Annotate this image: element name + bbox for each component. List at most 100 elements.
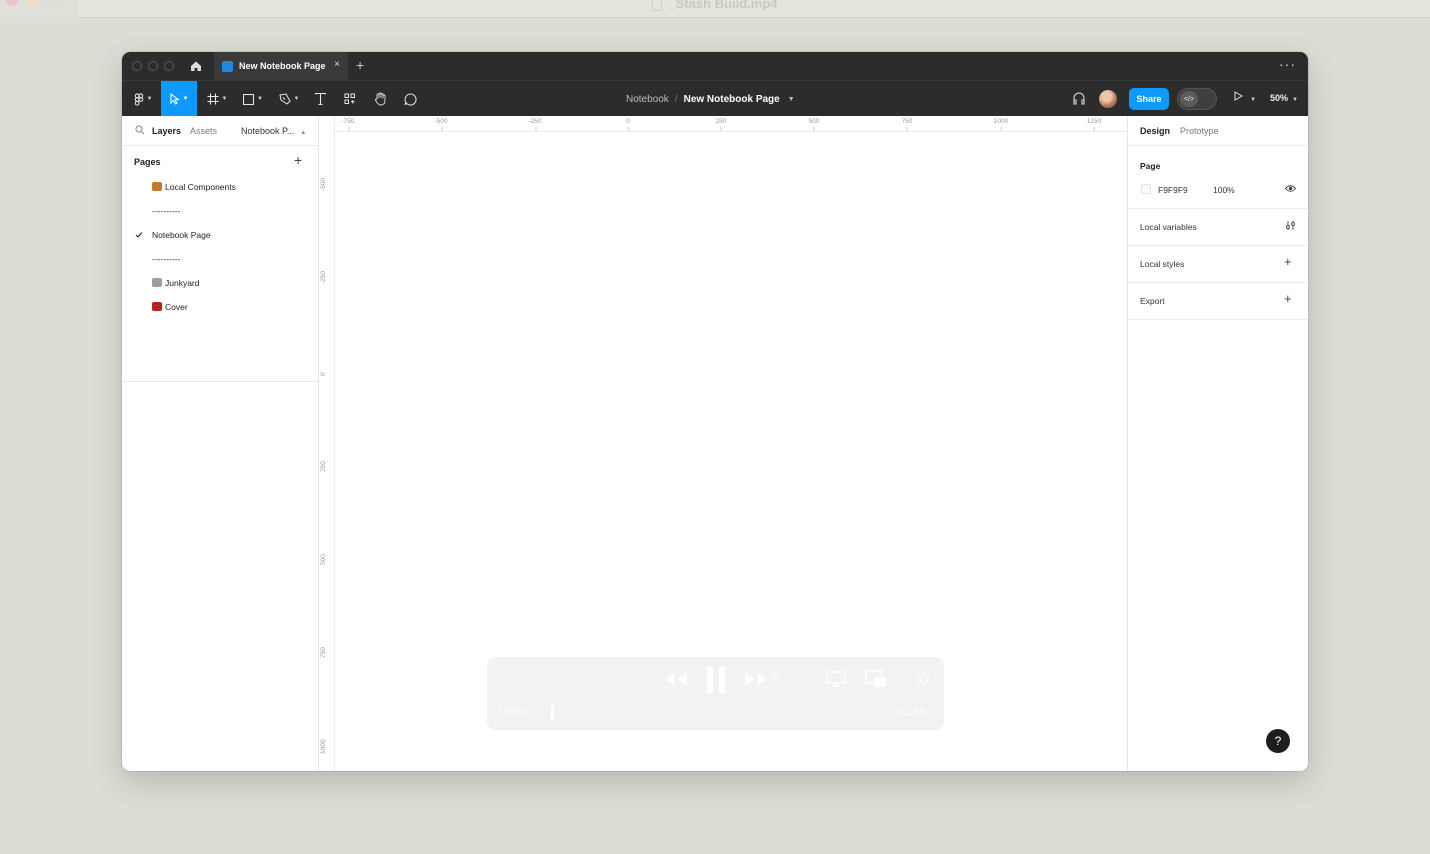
share-button[interactable]: Share (1129, 88, 1169, 110)
code-icon: </> (1180, 91, 1198, 107)
frame-tool-button[interactable]: ▼ (202, 81, 232, 117)
page-color-hex[interactable]: F9F9F9 (1158, 185, 1188, 195)
components-grid-icon (344, 93, 355, 104)
page-selector-label: Notebook P... (241, 126, 295, 136)
page-item-divider[interactable]: ---------- (152, 254, 180, 264)
avatar[interactable] (1099, 90, 1117, 108)
variables-settings-icon[interactable] (1285, 220, 1296, 231)
home-icon[interactable] (188, 58, 204, 74)
tab-label: New Notebook Page (239, 61, 326, 71)
video-title: _Stash Build.mp4 (0, 0, 1430, 11)
chevron-down-icon[interactable]: ▼ (788, 96, 795, 103)
tab-new-notebook-page[interactable]: New Notebook Page × (214, 52, 348, 80)
page-opacity[interactable]: 100% (1213, 185, 1235, 195)
ruler-tick: 0 (320, 372, 327, 376)
frame-icon (207, 93, 219, 105)
check-icon (135, 232, 143, 238)
help-button[interactable]: ? (1266, 729, 1290, 753)
headphones-icon[interactable] (1072, 91, 1086, 105)
pages-header: Pages (134, 157, 161, 167)
pause-icon[interactable] (705, 665, 727, 695)
ruler-tick: -500 (434, 118, 448, 131)
page-selector[interactable]: Notebook P... ▲ (241, 126, 306, 136)
scrubber-handle[interactable] (551, 705, 554, 721)
local-styles-label: Local styles (1140, 259, 1185, 269)
figma-logo-icon (134, 92, 143, 106)
more-controls-icon[interactable] (915, 671, 931, 687)
chevron-down-icon: ▼ (146, 96, 153, 102)
page-item-cover[interactable]: Cover (152, 302, 188, 312)
video-scrubber[interactable] (547, 712, 893, 716)
pages-panel-divider[interactable] (122, 381, 319, 382)
tab-close-icon[interactable]: × (334, 59, 340, 70)
tab-prototype[interactable]: Prototype (1180, 126, 1219, 136)
video-file-icon (652, 0, 663, 11)
horizontal-ruler: -750 -500 -250 0 250 500 750 1000 1250 (335, 116, 1127, 132)
hand-tool-button[interactable] (370, 81, 390, 117)
main-menu-button[interactable]: ▼ (128, 81, 158, 117)
chevron-down-icon: ▼ (293, 96, 300, 102)
new-tab-button[interactable]: + (356, 57, 364, 73)
rewind-icon[interactable] (663, 670, 689, 688)
tab-design[interactable]: Design (1140, 126, 1170, 136)
ruler-tick: -250 (528, 118, 542, 131)
video-playback-controls[interactable]: 10 00:00 02:45 (487, 657, 944, 730)
page-color-swatch[interactable] (1141, 184, 1151, 194)
add-page-button[interactable]: + (294, 152, 302, 168)
right-panel-tabs: Design Prototype (1128, 116, 1308, 146)
zoom-menu[interactable]: 50% ▼ (1270, 93, 1298, 103)
breadcrumb-project[interactable]: Notebook (626, 94, 669, 105)
ruler-tick: 750 (901, 118, 913, 131)
picture-in-picture-icon[interactable] (865, 670, 887, 688)
comment-icon (404, 92, 416, 105)
app-close-button[interactable] (132, 61, 142, 71)
resources-tool-button[interactable] (340, 81, 360, 117)
chevron-down-icon: ▼ (1250, 97, 1257, 103)
add-style-button[interactable]: + (1284, 254, 1292, 269)
cursor-icon (170, 93, 180, 105)
ruler-tick: 250 (320, 461, 327, 472)
ruler-tick: -500 (320, 177, 327, 191)
add-export-button[interactable]: + (1284, 291, 1292, 306)
fast-forward-icon[interactable] (743, 670, 769, 688)
page-item-local-components[interactable]: Local Components (152, 182, 236, 192)
ruler-tick: -250 (320, 270, 327, 284)
text-tool-button[interactable] (310, 81, 330, 117)
text-icon (314, 93, 326, 105)
app-minimize-button[interactable] (148, 61, 158, 71)
search-icon[interactable] (135, 125, 145, 135)
dev-mode-toggle[interactable]: </> (1177, 88, 1217, 110)
skip-forward-label[interactable]: 10 (769, 673, 780, 684)
chevron-down-icon: ▼ (221, 96, 228, 102)
more-options-button[interactable]: ··· (1279, 56, 1296, 72)
comment-tool-button[interactable] (400, 81, 420, 117)
app-zoom-button[interactable] (164, 61, 174, 71)
chevron-down-icon: ▼ (1292, 97, 1298, 103)
page-label: Notebook Page (152, 230, 211, 240)
move-tool-button[interactable]: ▼ (161, 81, 197, 117)
ruler-tick: 1250 (1086, 118, 1102, 131)
page-item-divider[interactable]: ---------- (152, 206, 180, 216)
video-player-titlebar: _Stash Build.mp4 (0, 0, 1430, 18)
present-button[interactable]: ▼ (1234, 91, 1256, 104)
total-time: 02:45 (898, 706, 926, 718)
eye-icon[interactable] (1285, 184, 1296, 193)
tab-layers[interactable]: Layers (152, 126, 181, 136)
vertical-ruler: -500 -250 0 250 500 750 1000 (319, 116, 335, 771)
page-item-junkyard[interactable]: Junkyard (152, 278, 200, 288)
breadcrumb-file-name[interactable]: New Notebook Page (684, 94, 780, 105)
tab-assets[interactable]: Assets (190, 126, 217, 136)
shape-tool-button[interactable]: ▼ (238, 81, 268, 117)
ruler-tick: 0 (626, 118, 630, 131)
ruler-tick: 1000 (320, 739, 327, 754)
page-item-notebook-page[interactable]: Notebook Page (152, 230, 211, 240)
video-title-text: _Stash Build.mp4 (668, 0, 778, 11)
pen-icon (278, 93, 291, 105)
airplay-icon[interactable] (826, 671, 846, 687)
local-variables-label: Local variables (1140, 222, 1197, 232)
pen-tool-button[interactable]: ▼ (274, 81, 304, 117)
ruler-tick: 250 (715, 118, 727, 131)
page-label: Local Components (165, 182, 236, 192)
app-window-controls[interactable] (132, 61, 174, 71)
ruler-tick: 750 (320, 647, 327, 658)
